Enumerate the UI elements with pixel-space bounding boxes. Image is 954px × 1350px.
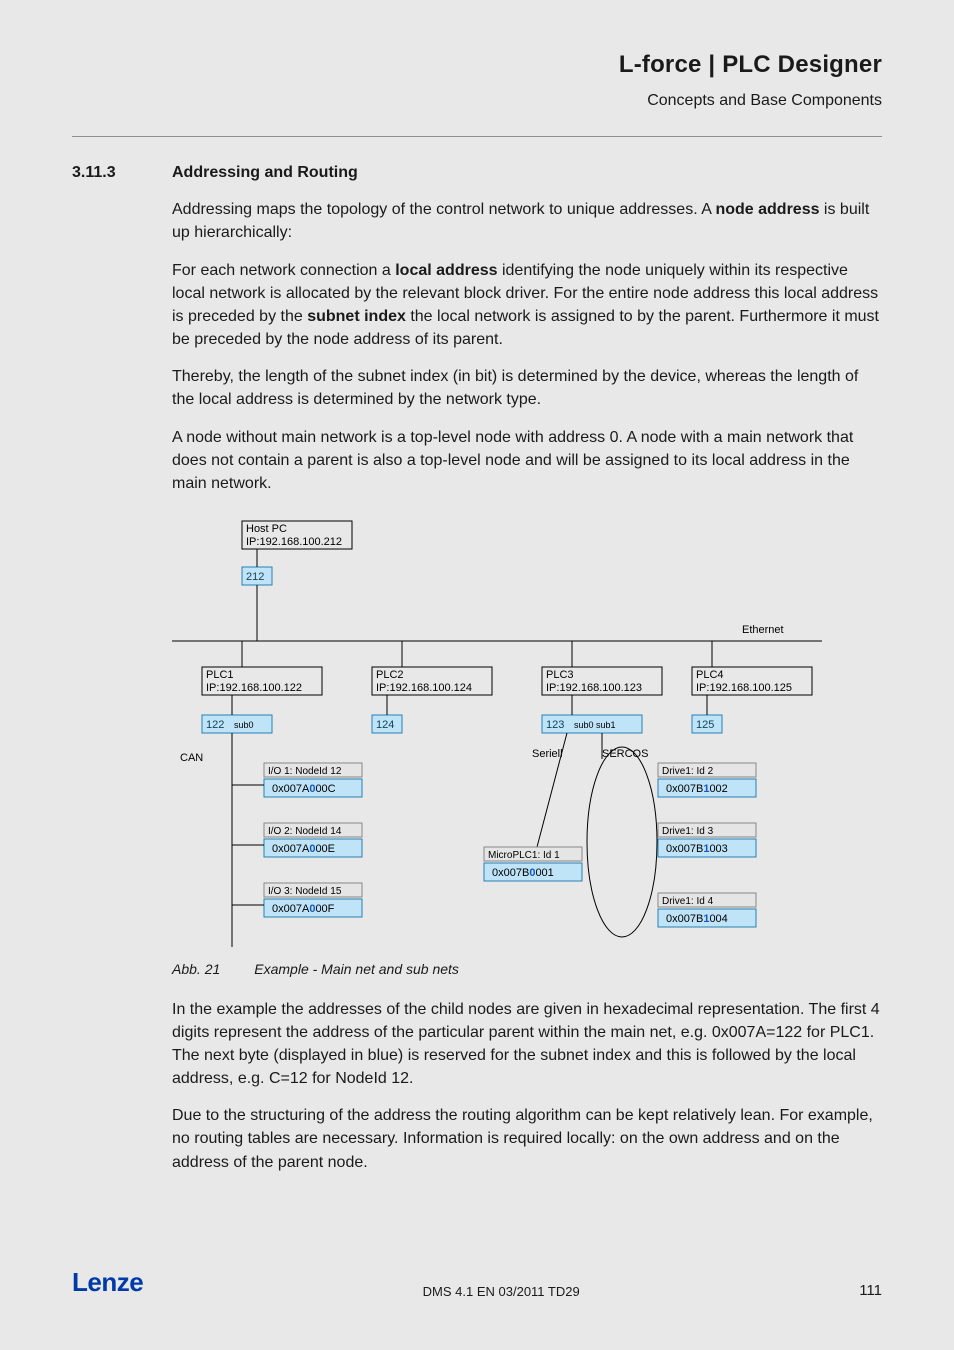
- svg-text:IP:192.168.100.122: IP:192.168.100.122: [206, 682, 302, 694]
- svg-text:123: 123: [546, 719, 564, 731]
- svg-text:PLC1: PLC1: [206, 669, 234, 681]
- svg-text:122: 122: [206, 719, 224, 731]
- svg-text:Host PC: Host PC: [246, 523, 287, 535]
- svg-text:IP:192.168.100.124: IP:192.168.100.124: [376, 682, 472, 694]
- svg-text:0x007A000E: 0x007A000E: [272, 843, 335, 855]
- svg-text:CAN: CAN: [180, 752, 203, 764]
- paragraph-6: Due to the structuring of the address th…: [172, 1104, 882, 1174]
- svg-text:IP:192.168.100.212: IP:192.168.100.212: [246, 536, 342, 548]
- svg-text:Drive1: Id 3: Drive1: Id 3: [662, 826, 714, 837]
- svg-text:IP:192.168.100.123: IP:192.168.100.123: [546, 682, 642, 694]
- svg-text:Drive1: Id 4: Drive1: Id 4: [662, 896, 714, 907]
- section-number: 3.11.3: [72, 161, 136, 184]
- svg-text:Ethernet: Ethernet: [742, 624, 784, 636]
- section-title: Addressing and Routing: [172, 161, 358, 184]
- svg-text:0x007A000F: 0x007A000F: [272, 903, 335, 915]
- svg-text:Drive1: Id 2: Drive1: Id 2: [662, 766, 714, 777]
- paragraph-4: A node without main network is a top-lev…: [172, 426, 882, 496]
- paragraph-3: Thereby, the length of the subnet index …: [172, 365, 882, 411]
- svg-text:0x007B1003: 0x007B1003: [666, 843, 728, 855]
- svg-text:IP:192.168.100.125: IP:192.168.100.125: [696, 682, 792, 694]
- svg-text:212: 212: [246, 571, 264, 583]
- svg-text:0x007B1002: 0x007B1002: [666, 783, 728, 795]
- doc-subtitle: Concepts and Base Components: [72, 89, 882, 112]
- svg-text:0x007B1004: 0x007B1004: [666, 913, 728, 925]
- paragraph-5: In the example the addresses of the chil…: [172, 998, 882, 1091]
- svg-text:PLC3: PLC3: [546, 669, 574, 681]
- svg-text:Seriell: Seriell: [532, 748, 563, 760]
- svg-text:PLC4: PLC4: [696, 669, 724, 681]
- svg-text:sub0 sub1: sub0 sub1: [574, 720, 616, 730]
- svg-text:sub0: sub0: [234, 720, 254, 730]
- svg-text:I/O 3: NodeId 15: I/O 3: NodeId 15: [268, 886, 342, 897]
- doc-title: L-force | PLC Designer: [72, 48, 882, 83]
- paragraph-1: Addressing maps the topology of the cont…: [172, 198, 882, 244]
- brand-logo: Lenze: [72, 1264, 143, 1302]
- page-number: 111: [859, 1280, 882, 1302]
- figure-21: Host PC IP:192.168.100.212 212 Ethernet …: [172, 517, 882, 947]
- svg-text:124: 124: [376, 719, 394, 731]
- figure-caption: Abb. 21Example - Main net and sub nets: [172, 959, 882, 979]
- paragraph-2: For each network connection a local addr…: [172, 259, 882, 352]
- svg-text:MicroPLC1: Id 1: MicroPLC1: Id 1: [488, 850, 560, 861]
- svg-text:125: 125: [696, 719, 714, 731]
- footer-doc-id: DMS 4.1 EN 03/2011 TD29: [143, 1283, 859, 1302]
- svg-text:I/O 2: NodeId 14: I/O 2: NodeId 14: [268, 826, 342, 837]
- svg-text:0x007A000C: 0x007A000C: [272, 783, 336, 795]
- svg-text:0x007B0001: 0x007B0001: [492, 867, 554, 879]
- svg-text:I/O 1: NodeId 12: I/O 1: NodeId 12: [268, 766, 342, 777]
- svg-text:PLC2: PLC2: [376, 669, 404, 681]
